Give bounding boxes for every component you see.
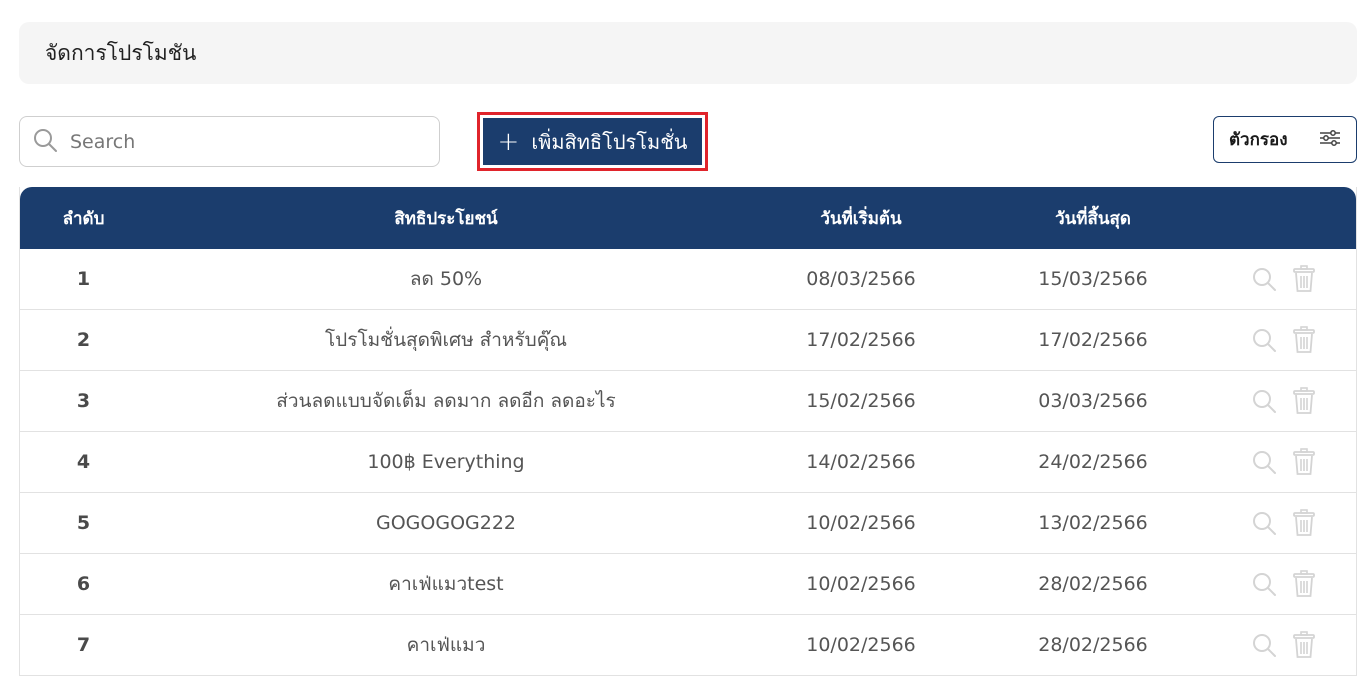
page-header: จัดการโปรโมชัน	[19, 22, 1357, 84]
row-start-date: 14/02/2566	[806, 451, 916, 473]
row-index: 3	[76, 390, 91, 412]
view-icon[interactable]	[1251, 326, 1277, 354]
table-body: 1 ลด 50% 08/03/2566 15/03/2566 2 โปรโมชั่นสุด…	[20, 249, 1356, 676]
table-row: 1 ลด 50% 08/03/2566 15/03/2566	[20, 249, 1356, 310]
view-icon[interactable]	[1251, 265, 1277, 293]
search-icon	[32, 127, 58, 157]
row-benefit: GOGOGOG222	[375, 512, 517, 534]
view-icon[interactable]	[1251, 570, 1277, 598]
row-end-date: 15/03/2566	[1038, 268, 1148, 290]
trash-icon[interactable]	[1291, 509, 1317, 537]
column-header-end-date: วันที่สิ้นสุด	[1055, 208, 1131, 229]
row-benefit: โปรโมชั่นสุดพิเศษ สำหรับคุ๊ณ	[324, 329, 568, 351]
row-actions	[1209, 310, 1358, 370]
add-promotion-button-highlight: + เพิ่มสิทธิโปรโมชั่น	[477, 112, 708, 171]
trash-icon[interactable]	[1291, 326, 1317, 354]
trash-icon[interactable]	[1291, 631, 1317, 659]
row-actions	[1209, 432, 1358, 492]
table-row: 6 คาเฟ่แมวtest 10/02/2566 28/02/2566	[20, 554, 1356, 615]
view-icon[interactable]	[1251, 631, 1277, 659]
column-header-start-date: วันที่เริ่มต้น	[820, 208, 902, 229]
row-end-date: 24/02/2566	[1038, 451, 1148, 473]
row-actions	[1209, 249, 1358, 309]
filter-label: ตัวกรอง	[1229, 130, 1288, 150]
column-header-benefit: สิทธิประโยชน์	[394, 208, 498, 229]
row-end-date: 13/02/2566	[1038, 512, 1148, 534]
plus-icon: +	[497, 126, 520, 157]
row-benefit: ส่วนลดแบบจัดเต็ม ลดมาก ลดอีก ลดอะไร	[276, 390, 616, 412]
row-start-date: 10/02/2566	[806, 634, 916, 656]
trash-icon[interactable]	[1291, 448, 1317, 476]
table-row: 3 ส่วนลดแบบจัดเต็ม ลดมาก ลดอีก ลดอะไร 15/0…	[20, 371, 1356, 432]
view-icon[interactable]	[1251, 387, 1277, 415]
row-end-date: 17/02/2566	[1038, 329, 1148, 351]
table-row: 7 คาเฟ่แมว 10/02/2566 28/02/2566	[20, 615, 1356, 676]
row-actions	[1209, 615, 1358, 675]
row-actions	[1209, 493, 1358, 553]
row-benefit: 100฿ Everything	[367, 451, 525, 473]
sliders-icon	[1318, 128, 1342, 152]
row-start-date: 15/02/2566	[806, 390, 916, 412]
trash-icon[interactable]	[1291, 570, 1317, 598]
column-header-index: ลำดับ	[62, 208, 105, 229]
view-icon[interactable]	[1251, 448, 1277, 476]
add-promotion-button[interactable]: + เพิ่มสิทธิโปรโมชั่น	[483, 118, 702, 165]
row-index: 5	[76, 512, 91, 534]
row-index: 7	[76, 634, 91, 656]
row-end-date: 28/02/2566	[1038, 634, 1148, 656]
trash-icon[interactable]	[1291, 265, 1317, 293]
column-header-actions	[1209, 187, 1358, 249]
row-start-date: 10/02/2566	[806, 573, 916, 595]
table-header: ลำดับ สิทธิประโยชน์ วันที่เริ่มต้น วันที…	[20, 187, 1356, 249]
row-start-date: 08/03/2566	[806, 268, 916, 290]
row-index: 2	[76, 329, 91, 351]
table-row: 5 GOGOGOG222 10/02/2566 13/02/2566	[20, 493, 1356, 554]
row-benefit: ลด 50%	[409, 268, 483, 290]
row-start-date: 10/02/2566	[806, 512, 916, 534]
row-index: 6	[76, 573, 91, 595]
row-index: 4	[76, 451, 91, 473]
search-input[interactable]	[70, 130, 430, 153]
table-row: 4 100฿ Everything 14/02/2566 24/02/2566	[20, 432, 1356, 493]
row-benefit: คาเฟ่แมวtest	[388, 573, 504, 595]
row-actions	[1209, 554, 1358, 614]
trash-icon[interactable]	[1291, 387, 1317, 415]
row-actions	[1209, 371, 1358, 431]
view-icon[interactable]	[1251, 509, 1277, 537]
filter-button[interactable]: ตัวกรอง	[1213, 116, 1357, 163]
table-row: 2 โปรโมชั่นสุดพิเศษ สำหรับคุ๊ณ 17/02/2566 1…	[20, 310, 1356, 371]
add-promotion-label: เพิ่มสิทธิโปรโมชั่น	[531, 129, 688, 154]
search-box[interactable]	[19, 116, 440, 167]
page-title: จัดการโปรโมชัน	[45, 40, 197, 65]
row-end-date: 03/03/2566	[1038, 390, 1148, 412]
promotion-table: ลำดับ สิทธิประโยชน์ วันที่เริ่มต้น วันที…	[19, 187, 1357, 676]
row-index: 1	[76, 268, 91, 290]
row-benefit: คาเฟ่แมว	[406, 634, 486, 656]
row-start-date: 17/02/2566	[806, 329, 916, 351]
row-end-date: 28/02/2566	[1038, 573, 1148, 595]
